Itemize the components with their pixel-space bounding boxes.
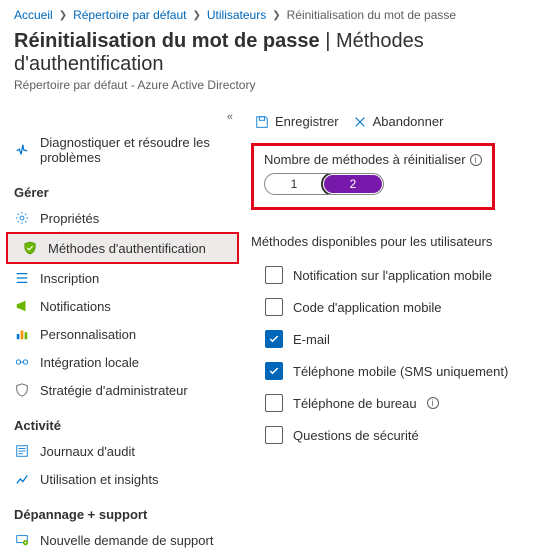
insights-icon: [14, 471, 30, 487]
diagnose-icon: [14, 142, 30, 158]
page-header: Réinitialisation du mot de passe | Métho…: [0, 26, 535, 94]
method-security-questions[interactable]: Questions de sécurité: [251, 419, 525, 451]
sidebar-item-label: Notifications: [40, 299, 111, 314]
support-icon: [14, 532, 30, 548]
sidebar-item-label: Utilisation et insights: [40, 472, 159, 487]
sidebar-item-label: Intégration locale: [40, 355, 139, 370]
chart-icon: [14, 326, 30, 342]
chevron-right-icon: ❯: [192, 10, 200, 21]
sidebar-item-customization[interactable]: Personnalisation: [0, 320, 245, 348]
sidebar-item-properties[interactable]: Propriétés: [0, 204, 245, 232]
chevron-right-icon: ❯: [272, 10, 280, 21]
toolbar-label: Enregistrer: [275, 114, 339, 129]
available-methods-title: Méthodes disponibles pour les utilisateu…: [251, 234, 525, 249]
main-content: Enregistrer Abandonner Nombre de méthode…: [245, 104, 535, 554]
toggle-option-2[interactable]: 2: [324, 175, 382, 193]
breadcrumb-directory[interactable]: Répertoire par défaut: [73, 8, 186, 22]
gear-icon: [14, 210, 30, 226]
toolbar-label: Abandonner: [373, 114, 444, 129]
sidebar-item-label: Personnalisation: [40, 327, 136, 342]
sidebar-item-label: Stratégie d'administrateur: [40, 383, 188, 398]
sidebar-item-admin-policy[interactable]: Stratégie d'administrateur: [0, 376, 245, 404]
link-icon: [14, 354, 30, 370]
method-mobile-phone[interactable]: Téléphone mobile (SMS uniquement): [251, 355, 525, 387]
checkbox[interactable]: [265, 426, 283, 444]
method-label: Code d'application mobile: [293, 300, 441, 315]
checkbox[interactable]: [265, 298, 283, 316]
toggle-option-1[interactable]: 1: [265, 174, 323, 194]
page-title: Réinitialisation du mot de passe | Métho…: [14, 30, 521, 76]
sidebar-item-onprem[interactable]: Intégration locale: [0, 348, 245, 376]
info-icon[interactable]: i: [470, 154, 482, 166]
checkbox[interactable]: [265, 394, 283, 412]
sidebar-section-support: Dépannage + support: [0, 493, 245, 526]
sidebar-section-activity: Activité: [0, 404, 245, 437]
sidebar-item-audit-logs[interactable]: Journaux d'audit: [0, 437, 245, 465]
sidebar-item-label: Propriétés: [40, 211, 99, 226]
sidebar-item-auth-methods[interactable]: Méthodes d'authentification: [8, 234, 237, 262]
save-icon: [255, 115, 269, 129]
breadcrumb-users[interactable]: Utilisateurs: [207, 8, 266, 22]
sidebar-item-label: Journaux d'audit: [40, 444, 135, 459]
method-label: Questions de sécurité: [293, 428, 419, 443]
info-icon[interactable]: i: [427, 397, 439, 409]
sidebar-item-new-support-request[interactable]: Nouvelle demande de support: [0, 526, 245, 554]
collapse-icon[interactable]: «: [227, 111, 231, 123]
sidebar-item-label: Nouvelle demande de support: [40, 533, 213, 548]
breadcrumb-current: Réinitialisation du mot de passe: [287, 8, 456, 22]
sidebar-item-label: Inscription: [40, 271, 99, 286]
sidebar-item-notifications[interactable]: Notifications: [0, 292, 245, 320]
method-email[interactable]: E-mail: [251, 323, 525, 355]
method-mobile-app-code[interactable]: Code d'application mobile: [251, 291, 525, 323]
shield-icon: [22, 240, 38, 256]
methods-reset-section: Nombre de méthodes à réinitialiser i 1 2: [251, 143, 495, 210]
sidebar-item-registration[interactable]: Inscription: [0, 264, 245, 292]
list-icon: [14, 270, 30, 286]
toolbar: Enregistrer Abandonner: [251, 108, 525, 143]
method-label: E-mail: [293, 332, 330, 347]
breadcrumb-home[interactable]: Accueil: [14, 8, 53, 22]
method-mobile-app-notification[interactable]: Notification sur l'application mobile: [251, 259, 525, 291]
sidebar-item-label: Méthodes d'authentification: [48, 241, 206, 256]
checkbox[interactable]: [265, 266, 283, 284]
checkbox[interactable]: [265, 330, 283, 348]
sidebar-item-label: Diagnostiquer et résoudre les problèmes: [40, 135, 231, 165]
method-label: Notification sur l'application mobile: [293, 268, 492, 283]
sidebar-item-diagnose[interactable]: Diagnostiquer et résoudre les problèmes: [0, 129, 245, 171]
page-subtitle: Répertoire par défaut - Azure Active Dir…: [14, 78, 521, 92]
method-label: Téléphone mobile (SMS uniquement): [293, 364, 508, 379]
method-label: Téléphone de bureau: [293, 396, 417, 411]
methods-reset-label: Nombre de méthodes à réinitialiser i: [264, 152, 482, 167]
sidebar: « Diagnostiquer et résoudre les problème…: [0, 104, 245, 554]
methods-reset-toggle[interactable]: 1 2: [264, 173, 384, 195]
close-icon: [353, 115, 367, 129]
breadcrumb: Accueil ❯ Répertoire par défaut ❯ Utilis…: [0, 0, 535, 26]
log-icon: [14, 443, 30, 459]
save-button[interactable]: Enregistrer: [255, 114, 339, 129]
megaphone-icon: [14, 298, 30, 314]
method-office-phone[interactable]: Téléphone de bureau i: [251, 387, 525, 419]
sidebar-section-manage: Gérer: [0, 171, 245, 204]
discard-button[interactable]: Abandonner: [353, 114, 444, 129]
shield-outline-icon: [14, 382, 30, 398]
chevron-right-icon: ❯: [59, 10, 67, 21]
checkbox[interactable]: [265, 362, 283, 380]
sidebar-item-usage-insights[interactable]: Utilisation et insights: [0, 465, 245, 493]
